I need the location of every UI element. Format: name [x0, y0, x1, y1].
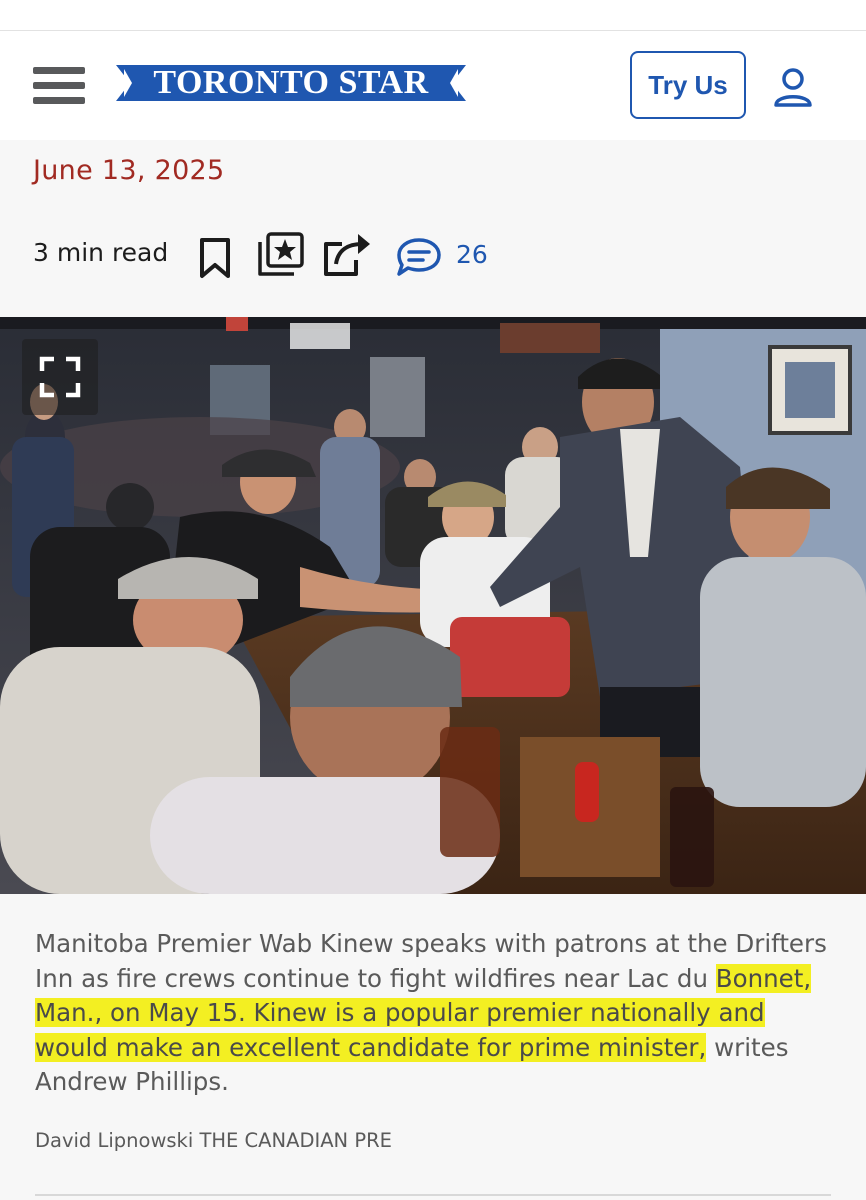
fullscreen-expand-icon[interactable] — [22, 339, 98, 415]
gift-article-icon[interactable] — [256, 230, 306, 282]
comments-icon[interactable] — [395, 236, 443, 282]
site-header: TORONTO STAR Try Us — [0, 31, 866, 140]
caption-text: Manitoba Premier Wab Kinew speaks with p… — [35, 929, 827, 993]
photo-caption: Manitoba Premier Wab Kinew speaks with p… — [35, 927, 835, 1100]
try-us-button[interactable]: Try Us — [630, 51, 746, 119]
article-photo[interactable] — [0, 317, 866, 894]
bookmark-icon[interactable] — [198, 236, 232, 284]
hamburger-menu-icon[interactable] — [33, 67, 85, 105]
photo-credit: David Lipnowski THE CANADIAN PRE — [35, 1129, 392, 1152]
user-account-icon[interactable] — [772, 67, 814, 107]
article-date: June 13, 2025 — [33, 155, 225, 186]
divider — [35, 1194, 831, 1196]
browser-top-strip — [0, 0, 866, 31]
comment-count[interactable]: 26 — [456, 240, 488, 269]
read-time: 3 min read — [33, 238, 169, 267]
photo-scene — [0, 317, 866, 894]
toronto-star-logo[interactable]: TORONTO STAR — [116, 63, 466, 103]
logo-text: TORONTO STAR — [153, 64, 429, 101]
share-icon[interactable] — [322, 230, 372, 282]
